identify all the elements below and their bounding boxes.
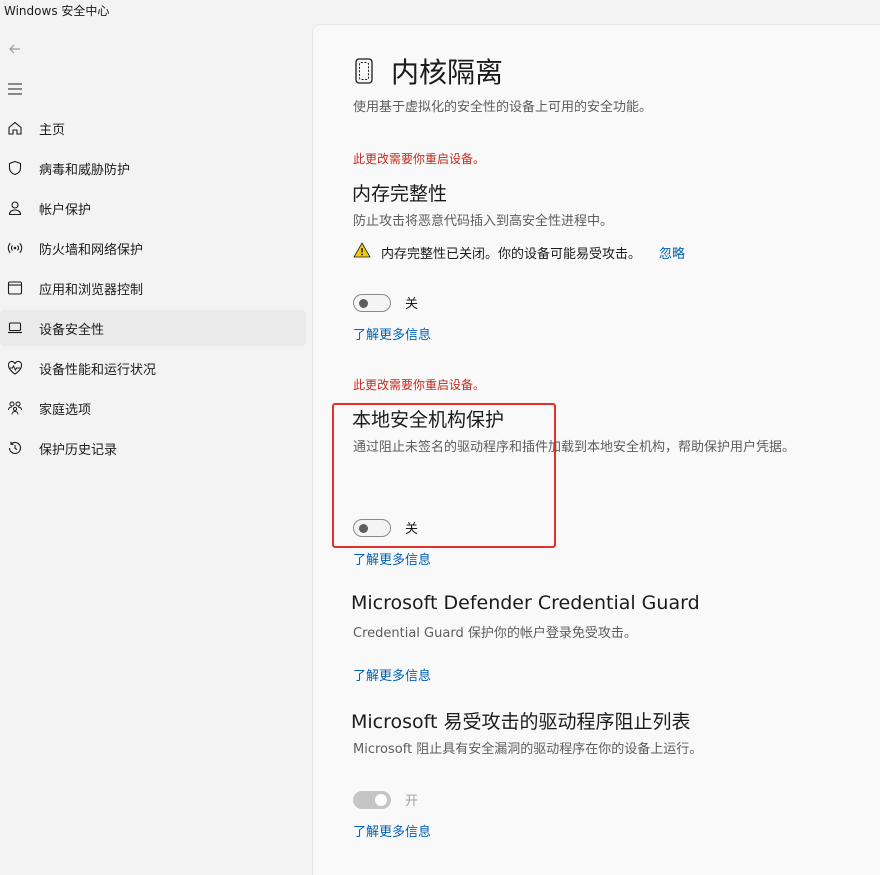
learn-more-link[interactable]: 了解更多信息 [353, 324, 431, 343]
warning-triangle-icon [353, 242, 371, 262]
core-isolation-chip-icon [353, 57, 375, 85]
sidebar-item-label: 应用和浏览器控制 [39, 282, 144, 298]
sidebar-item-label: 设备性能和运行状况 [39, 362, 157, 378]
memory-integrity-toggle[interactable] [353, 293, 391, 312]
section-description: 通过阻止未签名的驱动程序和插件加载到本地安全机构，帮助保护用户凭据。 [353, 440, 796, 455]
sidebar-item-family-options[interactable]: 家庭选项 [0, 390, 306, 426]
sidebar-item-protection-history[interactable]: 保护历史记录 [0, 430, 306, 466]
lsa-protection-toggle[interactable] [353, 518, 391, 537]
toggle-state-label: 开 [405, 794, 419, 809]
sidebar-item-label: 主页 [39, 122, 66, 138]
windows-security-app: Windows 安全中心 主页 病毒和威胁防护 帐户保护 防火墙和网络保护 应用… [0, 0, 880, 875]
restart-notice: 此更改需要你重启设备。 [353, 152, 486, 166]
driver-blocklist-toggle[interactable] [353, 790, 391, 809]
browser-window-icon [6, 279, 24, 297]
lsa-protection-toggle-row: 关 [353, 518, 418, 537]
section-title: Microsoft Defender Credential Guard [351, 592, 700, 614]
section-title: Microsoft 易受攻击的驱动程序阻止列表 [351, 711, 691, 733]
section-title: 内存完整性 [352, 183, 448, 205]
driver-blocklist-toggle-row: 开 [353, 790, 418, 809]
title-bar: Windows 安全中心 [0, 0, 880, 22]
learn-more-link[interactable]: 了解更多信息 [353, 665, 431, 684]
sidebar-item-device-performance[interactable]: 设备性能和运行状况 [0, 350, 306, 386]
restart-notice: 此更改需要你重启设备。 [353, 378, 486, 392]
sidebar-item-firewall[interactable]: 防火墙和网络保护 [0, 230, 306, 266]
toggle-knob [359, 523, 368, 533]
page-title: 内核隔离 [391, 56, 504, 89]
sidebar-item-app-browser-control[interactable]: 应用和浏览器控制 [0, 270, 306, 306]
toggle-state-label: 关 [405, 297, 419, 312]
learn-more-link[interactable]: 了解更多信息 [353, 821, 431, 840]
section-description: Microsoft 阻止具有安全漏洞的驱动程序在你的设备上运行。 [353, 742, 703, 757]
sidebar-nav: 主页 病毒和威胁防护 帐户保护 防火墙和网络保护 应用和浏览器控制 设备安全性 … [0, 110, 310, 470]
wireless-icon [6, 239, 24, 257]
main-content: 内核隔离 使用基于虚拟化的安全性的设备上可用的安全功能。 此更改需要你重启设备。… [312, 24, 880, 875]
toggle-knob [359, 298, 368, 308]
section-description: Credential Guard 保护你的帐户登录免受攻击。 [353, 626, 637, 641]
menu-button[interactable] [4, 78, 26, 100]
person-icon [6, 199, 24, 217]
heart-pulse-icon [6, 359, 24, 377]
sidebar-item-home[interactable]: 主页 [0, 110, 306, 146]
sidebar-item-label: 设备安全性 [39, 322, 105, 338]
laptop-icon [6, 319, 24, 337]
sidebar-item-account-protection[interactable]: 帐户保护 [0, 190, 306, 226]
sidebar-item-label: 病毒和威胁防护 [39, 162, 131, 178]
sidebar-item-label: 帐户保护 [39, 202, 92, 218]
warning-row: 内存完整性已关闭。你的设备可能易受攻击。 忽略 [353, 242, 685, 262]
toggle-state-label: 关 [405, 522, 419, 537]
hamburger-icon [8, 83, 22, 95]
sidebar-item-device-security[interactable]: 设备安全性 [0, 310, 306, 346]
history-icon [6, 439, 24, 457]
dismiss-link[interactable]: 忽略 [659, 243, 685, 262]
sidebar-item-label: 家庭选项 [39, 402, 92, 418]
learn-more-link[interactable]: 了解更多信息 [353, 549, 431, 568]
warning-text: 内存完整性已关闭。你的设备可能易受攻击。 [381, 246, 642, 262]
family-icon [6, 399, 24, 417]
sidebar-item-virus-protection[interactable]: 病毒和威胁防护 [0, 150, 306, 186]
window-title: Windows 安全中心 [4, 4, 110, 18]
toggle-knob [375, 793, 387, 806]
sidebar-item-label: 防火墙和网络保护 [39, 242, 144, 258]
memory-integrity-toggle-row: 关 [353, 293, 418, 312]
section-description: 防止攻击将恶意代码插入到高安全性进程中。 [353, 214, 614, 229]
arrow-left-icon [9, 44, 20, 54]
home-icon [6, 119, 24, 137]
sidebar-item-label: 保护历史记录 [39, 442, 118, 458]
page-description: 使用基于虚拟化的安全性的设备上可用的安全功能。 [353, 100, 653, 115]
page-header: 内核隔离 [353, 51, 503, 91]
section-title: 本地安全机构保护 [352, 409, 505, 431]
back-button[interactable] [4, 38, 26, 60]
shield-icon [6, 159, 24, 177]
